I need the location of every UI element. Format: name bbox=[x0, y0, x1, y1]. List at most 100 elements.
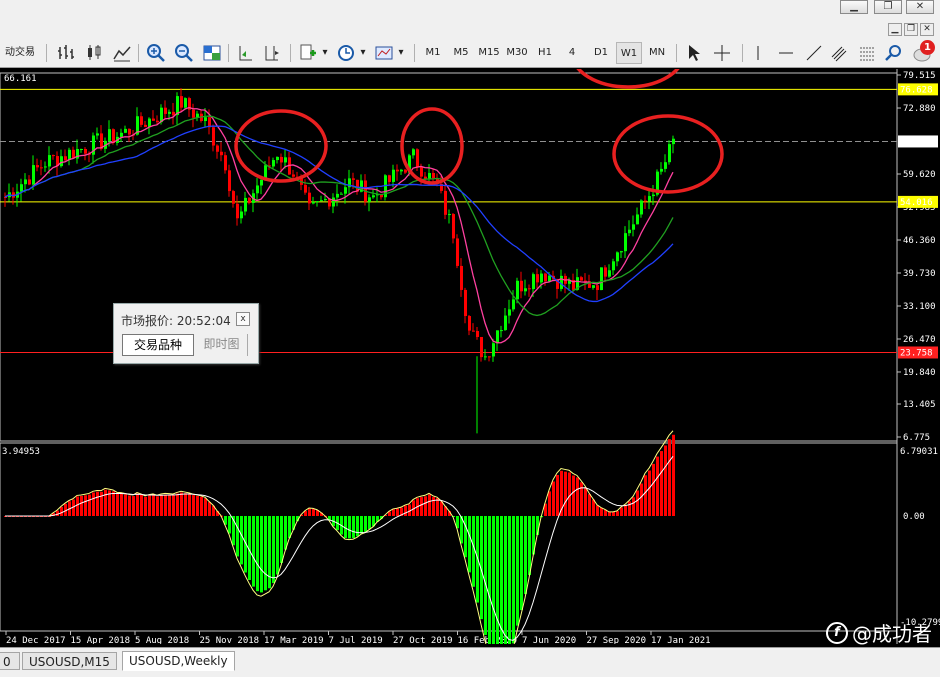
candle-body bbox=[320, 200, 323, 202]
histogram-bar bbox=[284, 516, 287, 550]
histogram-bar bbox=[160, 495, 163, 516]
autoscroll-icon[interactable] bbox=[236, 43, 256, 63]
notification-icon[interactable]: 1 bbox=[912, 40, 936, 64]
histogram-bar bbox=[636, 490, 639, 516]
candle-body bbox=[184, 98, 187, 108]
histogram-bar bbox=[60, 506, 63, 516]
candle-body bbox=[84, 148, 87, 154]
toolbar: ▁ ❐ ✕ ▁ ❐ ✕ 动交易 ▾ ▾ ▾ M1 M5 M15 M30 H1 4… bbox=[0, 0, 940, 68]
histogram-bar bbox=[584, 487, 587, 516]
candle-body bbox=[540, 273, 543, 283]
candles-group bbox=[4, 88, 675, 362]
candle-body bbox=[520, 280, 523, 292]
candle-body bbox=[632, 224, 635, 230]
separator bbox=[228, 44, 229, 62]
candle-body bbox=[36, 165, 39, 168]
crosshair-icon[interactable] bbox=[712, 43, 732, 63]
templates-icon[interactable] bbox=[374, 43, 394, 63]
histogram-bar bbox=[672, 434, 675, 516]
mdi-close-button[interactable]: ✕ bbox=[920, 23, 934, 36]
candle-body bbox=[664, 162, 667, 169]
timeframe-mn[interactable]: MN bbox=[644, 42, 670, 64]
candle-body bbox=[168, 111, 171, 114]
timeframe-m1[interactable]: M1 bbox=[420, 42, 446, 64]
histogram-bar bbox=[508, 516, 511, 644]
histogram-bar bbox=[572, 475, 575, 516]
histogram-bar bbox=[552, 481, 555, 516]
zoom-out-icon[interactable] bbox=[174, 43, 194, 63]
mdi-restore-button[interactable]: ❐ bbox=[904, 23, 918, 36]
timeframe-m30[interactable]: M30 bbox=[504, 42, 530, 64]
mdi-minimize-button[interactable]: ▁ bbox=[888, 23, 902, 36]
histogram-bar bbox=[500, 516, 503, 644]
candle-body bbox=[524, 288, 527, 292]
chevron-down-icon[interactable]: ▾ bbox=[396, 42, 406, 64]
timeframe-h1[interactable]: H1 bbox=[532, 42, 558, 64]
histogram-bar bbox=[276, 516, 279, 575]
tab-chart-0[interactable]: 0 bbox=[0, 652, 20, 670]
trend-line-icon[interactable] bbox=[804, 43, 824, 63]
tab-chart-weekly[interactable]: USOUSD,Weekly bbox=[122, 651, 235, 671]
candle-body bbox=[124, 128, 127, 133]
histogram-bar bbox=[652, 463, 655, 516]
candle-body bbox=[344, 187, 347, 194]
timeframe-m15[interactable]: M15 bbox=[476, 42, 502, 64]
histogram-bar bbox=[600, 507, 603, 516]
separator bbox=[138, 44, 139, 62]
histogram-bar bbox=[664, 445, 667, 516]
candle-body bbox=[40, 167, 43, 169]
bar-chart-icon[interactable] bbox=[56, 43, 76, 63]
chart-shift-icon[interactable] bbox=[262, 43, 282, 63]
histogram-bar bbox=[312, 508, 315, 516]
cursor-icon[interactable] bbox=[684, 43, 704, 63]
candle-body bbox=[304, 184, 307, 193]
chevron-down-icon[interactable]: ▾ bbox=[358, 42, 368, 64]
zoom-in-icon[interactable] bbox=[146, 43, 166, 63]
candle-body bbox=[648, 196, 651, 202]
candle-body bbox=[284, 157, 287, 163]
candle-body bbox=[508, 309, 511, 316]
tab-chart-m15[interactable]: USOUSD,M15 bbox=[22, 652, 117, 670]
histogram-bar bbox=[156, 496, 159, 516]
timeframe-d1[interactable]: D1 bbox=[588, 42, 614, 64]
histogram-bar bbox=[92, 492, 95, 516]
vertical-line-icon[interactable] bbox=[748, 43, 768, 63]
close-icon[interactable]: x bbox=[236, 312, 250, 326]
separator bbox=[414, 44, 415, 62]
histogram-bar bbox=[120, 493, 123, 516]
histogram-bar bbox=[88, 494, 91, 516]
candle-body bbox=[616, 252, 619, 262]
timeframe-h4[interactable]: 4 bbox=[562, 42, 582, 64]
candle-body bbox=[60, 156, 63, 167]
histogram-bar bbox=[564, 471, 567, 516]
indicators-icon[interactable] bbox=[298, 43, 318, 63]
timeframe-w1[interactable]: W1 bbox=[616, 42, 642, 64]
candle-body bbox=[548, 275, 551, 282]
minimize-button[interactable]: ▁ bbox=[840, 0, 868, 14]
time-axis-label: 27 Oct 2019 bbox=[393, 636, 453, 644]
line-chart-icon[interactable] bbox=[112, 43, 132, 63]
timeframe-m5[interactable]: M5 bbox=[448, 42, 474, 64]
tab-symbols[interactable]: 交易品种 bbox=[122, 334, 194, 356]
fibonacci-icon[interactable] bbox=[858, 43, 878, 63]
equidistant-channel-icon[interactable] bbox=[830, 43, 850, 63]
tab-tick-chart[interactable]: 即时图 bbox=[196, 334, 248, 356]
candle-body bbox=[260, 179, 263, 186]
candlestick-icon[interactable] bbox=[84, 43, 104, 63]
candle-body bbox=[96, 133, 99, 136]
tile-windows-icon[interactable] bbox=[202, 43, 222, 63]
autotrade-button[interactable]: 动交易 bbox=[0, 42, 40, 64]
histogram-bar bbox=[240, 516, 243, 565]
chevron-down-icon[interactable]: ▾ bbox=[320, 42, 330, 64]
candle-body bbox=[604, 267, 607, 277]
clock-icon[interactable] bbox=[336, 43, 356, 63]
histogram-bar bbox=[136, 493, 139, 516]
horizontal-line-icon[interactable] bbox=[776, 43, 796, 63]
candle-body bbox=[240, 211, 243, 219]
search-icon[interactable] bbox=[884, 43, 904, 63]
restore-button[interactable]: ❐ bbox=[874, 0, 902, 14]
candle-body bbox=[460, 265, 463, 290]
close-button[interactable]: ✕ bbox=[906, 0, 934, 14]
histogram-bar bbox=[56, 510, 59, 516]
candle-body bbox=[512, 299, 515, 310]
